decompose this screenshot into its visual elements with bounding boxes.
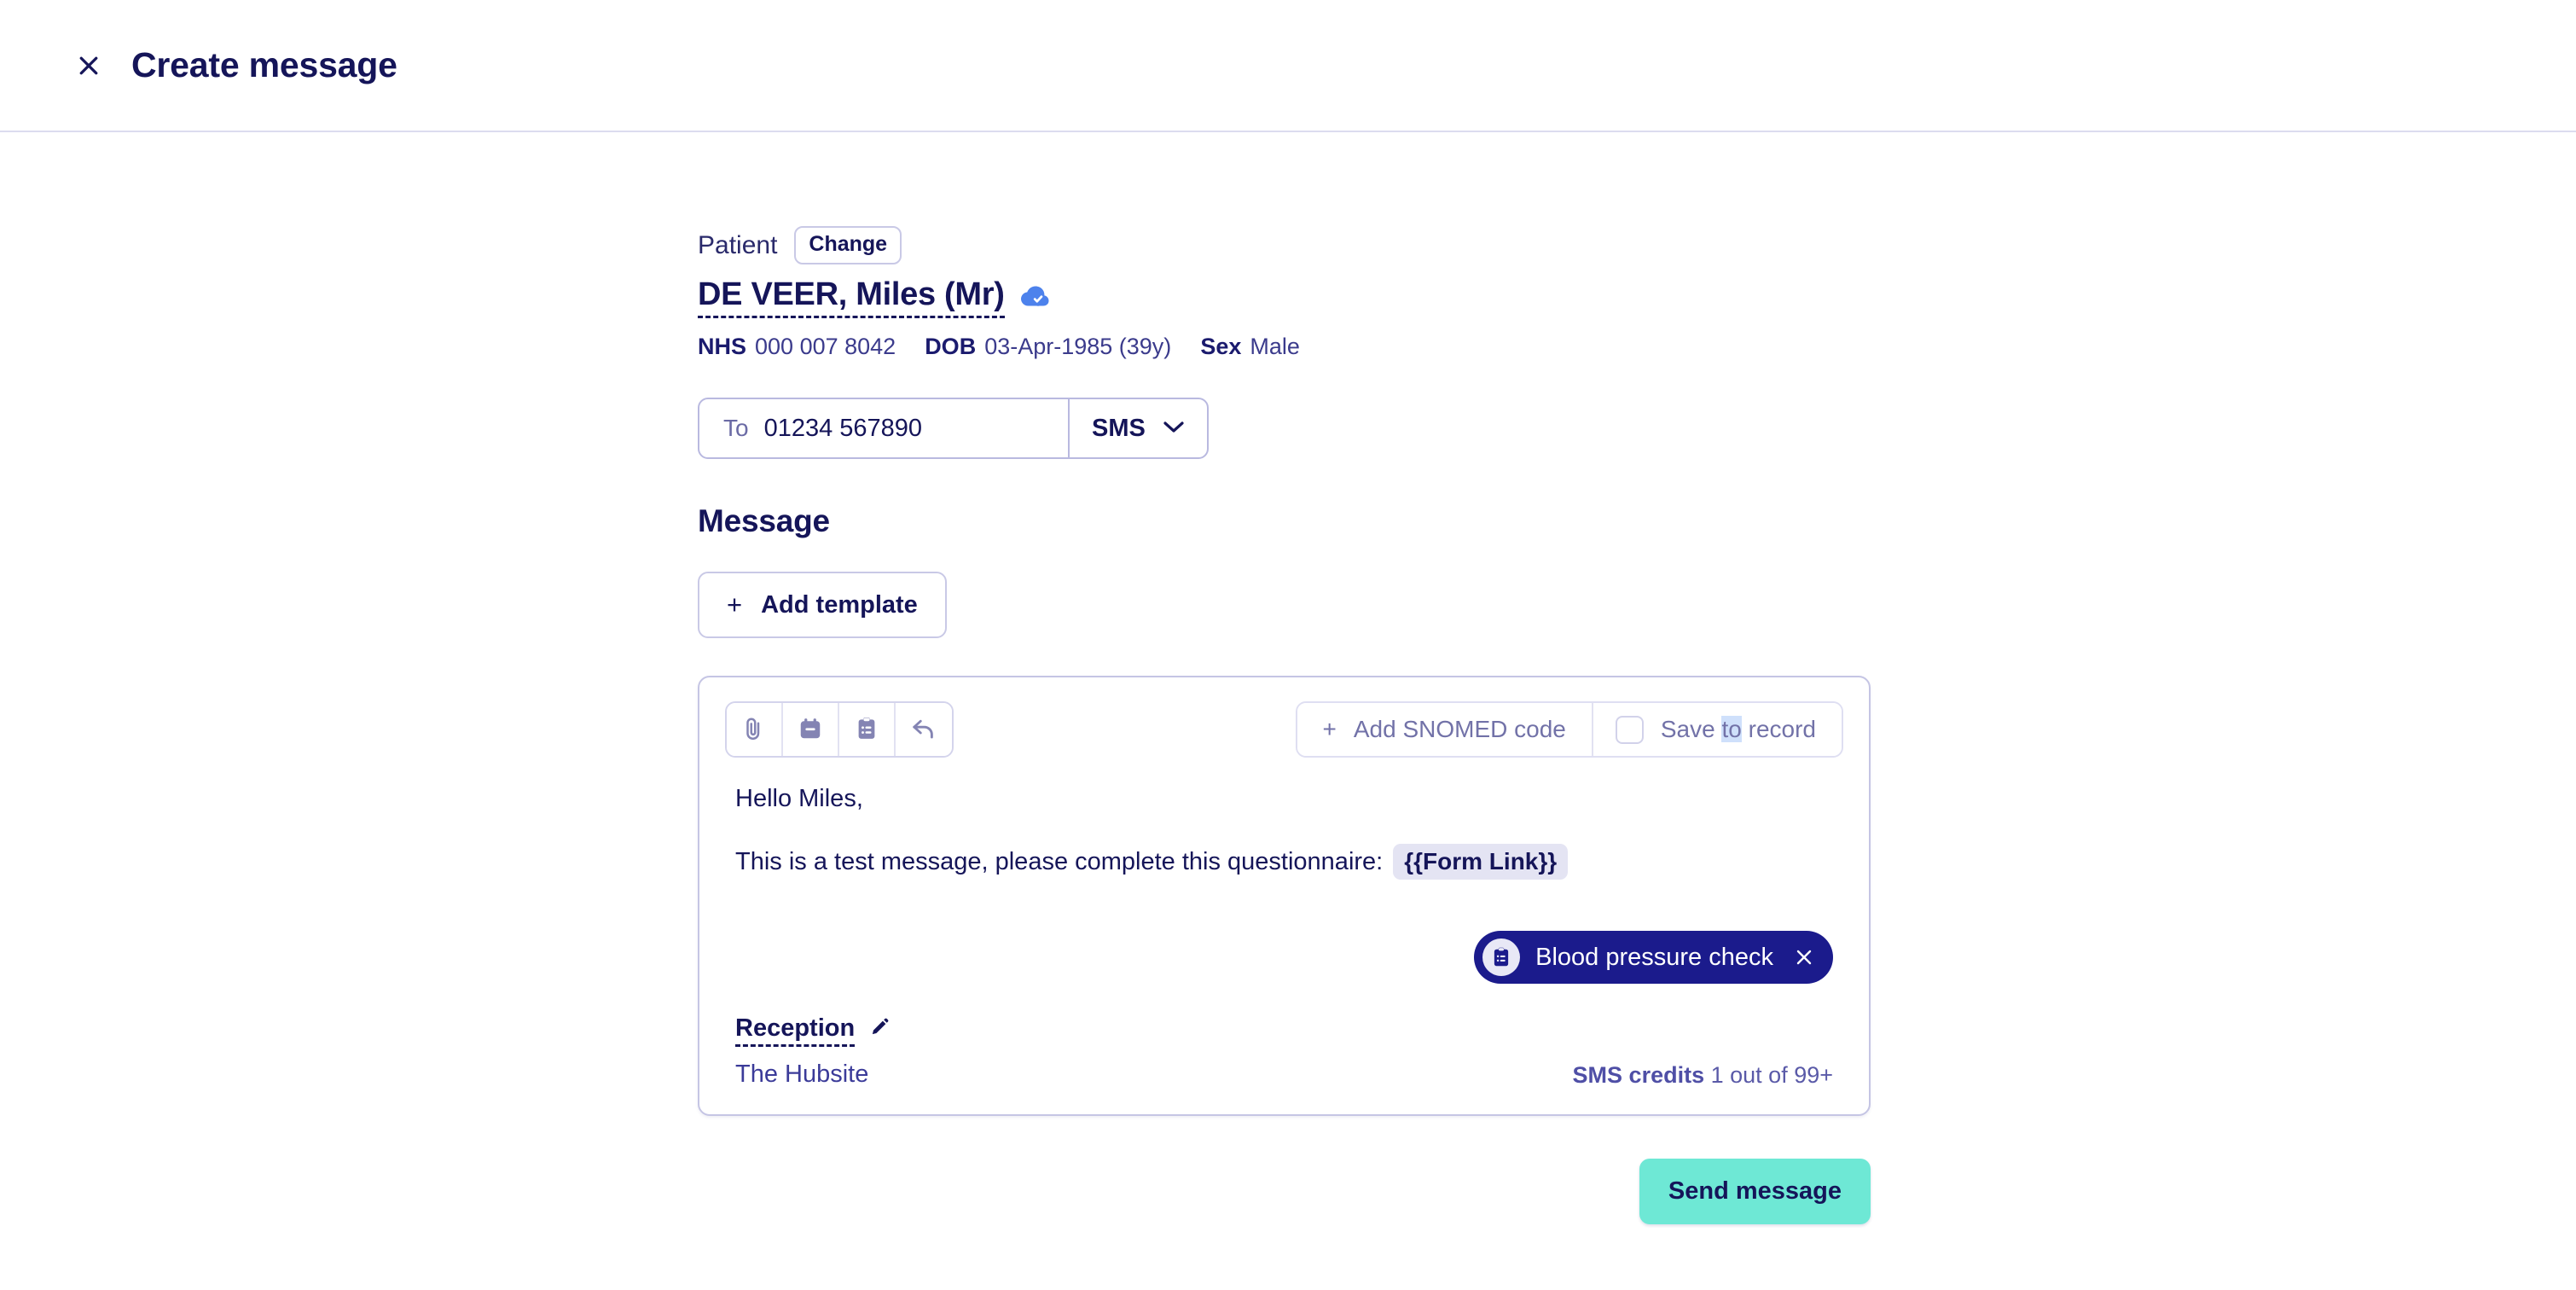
pencil-icon[interactable] xyxy=(868,1016,891,1043)
dob-label: DOB xyxy=(925,334,977,359)
attach-file-button[interactable] xyxy=(727,703,783,756)
message-greeting-line: Hello Miles, xyxy=(735,785,863,812)
save-to-record-label-selected: to xyxy=(1721,716,1742,742)
page-title: Create message xyxy=(131,45,397,84)
send-message-button[interactable]: Send message xyxy=(1639,1159,1871,1224)
patient-demographics: NHS 000 007 8042 DOB 03-Apr-1985 (39y) S… xyxy=(698,334,2576,360)
questionnaire-icon xyxy=(854,716,879,744)
add-snomed-code-button[interactable]: + Add SNOMED code xyxy=(1297,703,1593,756)
composer-footer: Reception The Hubsite SMS credits 1 out … xyxy=(725,1014,1843,1089)
composer-footer-bottom: The Hubsite SMS credits 1 out of 99+ xyxy=(735,1060,1833,1089)
patient-name-link[interactable]: DE VEER, Miles (Mr) xyxy=(698,276,1005,318)
to-field[interactable]: To xyxy=(699,399,1068,457)
add-template-label: Add template xyxy=(761,590,918,619)
nhs-value: 000 007 8042 xyxy=(755,334,896,359)
attachment-icon xyxy=(741,716,767,744)
sms-credits: SMS credits 1 out of 99+ xyxy=(1573,1062,1833,1089)
save-to-record-checkbox[interactable] xyxy=(1615,715,1644,744)
composer-toolbar: + Add SNOMED code Save to record xyxy=(725,701,1843,758)
sender-name-link[interactable]: Reception xyxy=(735,1014,856,1047)
message-content-text: This is a test message, please complete … xyxy=(735,847,1384,875)
dialog-header: Create message xyxy=(0,0,2576,132)
save-to-record-label-suffix: record xyxy=(1741,716,1816,742)
close-icon xyxy=(76,53,102,78)
save-to-record-label: Save to record xyxy=(1661,716,1816,743)
channel-value: SMS xyxy=(1092,414,1146,442)
dob-value: 03-Apr-1985 (39y) xyxy=(984,334,1172,359)
insert-questionnaire-button[interactable] xyxy=(839,703,896,756)
save-to-record-toggle[interactable]: Save to record xyxy=(1593,703,1842,756)
reply-button[interactable] xyxy=(896,703,952,756)
attached-items-row: Blood pressure check xyxy=(725,931,1843,984)
form-link-token[interactable]: {{Form Link}} xyxy=(1393,844,1569,880)
patient-label: Patient xyxy=(698,230,778,259)
composer-actions-group: + Add SNOMED code Save to record xyxy=(1295,701,1843,758)
send-row: Send message xyxy=(698,1159,1871,1224)
message-section-heading: Message xyxy=(698,503,830,538)
sms-credits-value: 1 out of 99+ xyxy=(1710,1062,1833,1088)
remove-attached-form-button[interactable] xyxy=(1794,947,1814,968)
insert-appointment-button[interactable] xyxy=(783,703,839,756)
close-dialog-button[interactable] xyxy=(68,45,109,86)
attached-form-label: Blood pressure check xyxy=(1535,943,1773,971)
message-content-line: This is a test message, please complete … xyxy=(735,844,1833,880)
calendar-icon xyxy=(798,716,823,744)
composer-icon-group xyxy=(725,701,954,758)
to-label: To xyxy=(723,415,749,441)
change-patient-button[interactable]: Change xyxy=(794,226,902,264)
recipient-field-group: To SMS xyxy=(698,398,1209,459)
save-to-record-label-prefix: Save xyxy=(1660,716,1722,742)
sex-value: Male xyxy=(1250,334,1300,359)
nhs-label: NHS xyxy=(698,334,747,359)
questionnaire-icon xyxy=(1482,938,1521,976)
plus-icon: + xyxy=(1322,716,1337,742)
channel-select[interactable]: SMS xyxy=(1068,399,1207,457)
add-snomed-code-label: Add SNOMED code xyxy=(1353,716,1566,742)
reply-icon xyxy=(911,716,937,744)
patient-identity: DE VEER, Miles (Mr) xyxy=(698,276,2576,318)
create-message-form: Patient Change DE VEER, Miles (Mr) NHS 0… xyxy=(0,132,2576,1224)
message-body[interactable]: Hello Miles, This is a test message, ple… xyxy=(725,785,1843,880)
plus-icon: + xyxy=(727,590,743,619)
add-template-button[interactable]: + Add template xyxy=(698,572,947,638)
site-name: The Hubsite xyxy=(735,1060,869,1088)
message-composer: + Add SNOMED code Save to record Hello M… xyxy=(698,676,1871,1116)
sender-row: Reception xyxy=(735,1014,1833,1047)
attached-form-pill[interactable]: Blood pressure check xyxy=(1474,931,1833,984)
cloud-verified-icon xyxy=(1020,286,1049,312)
sms-credits-label: SMS credits xyxy=(1572,1062,1705,1088)
patient-section-header: Patient Change xyxy=(698,226,2576,264)
sex-label: Sex xyxy=(1200,334,1242,359)
chevron-down-icon xyxy=(1163,420,1185,438)
to-input[interactable] xyxy=(763,414,1047,443)
